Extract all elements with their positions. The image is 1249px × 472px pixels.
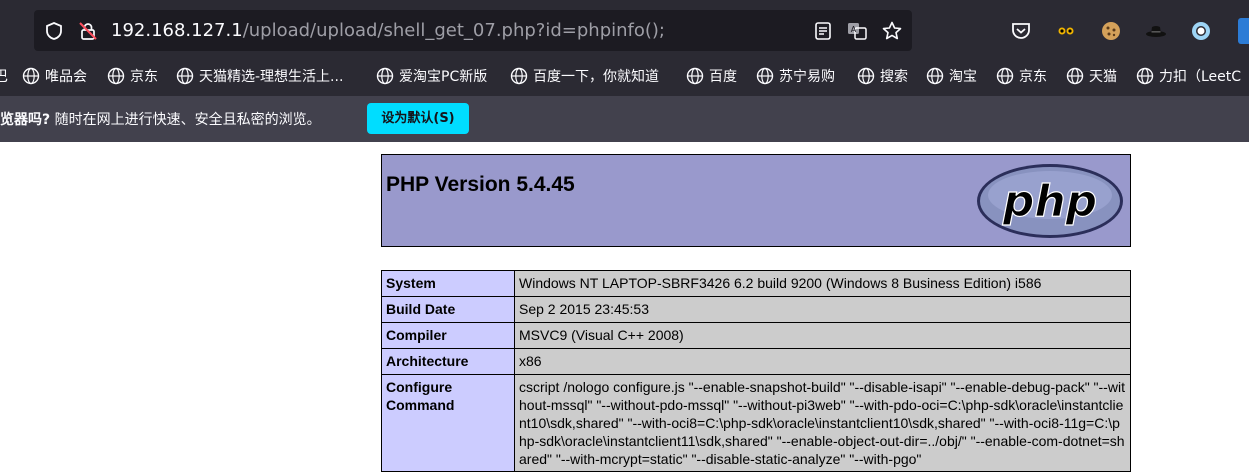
bookmark-label: 京东 (130, 69, 158, 85)
bookmark-item[interactable]: 京东 (996, 65, 1047, 87)
row-key: Compiler (381, 322, 515, 349)
shield-icon[interactable] (44, 21, 64, 41)
bookmark-label: 淘宝 (949, 69, 977, 85)
bookmark-label: 天猫精选-理想生活上... (199, 69, 344, 85)
bookmark-item[interactable]: 爱淘宝PC新版 (376, 65, 487, 87)
bookmark-item[interactable]: 天猫精选-理想生活上... (176, 65, 343, 87)
notice-text: 随时在网上进行快速、安全且私密的浏览。 (50, 112, 321, 128)
globe-icon (926, 67, 944, 85)
set-default-button[interactable]: 设为默认(S) (367, 103, 469, 134)
row-value: Sep 2 2015 23:45:53 (514, 296, 1131, 323)
notice-message: 览器吗? 随时在网上进行快速、安全且私密的浏览。 (0, 109, 321, 129)
php-info-table: System Windows NT LAPTOP-SBRF3426 6.2 bu… (381, 270, 1131, 472)
bookmark-item[interactable]: 搜索 (857, 65, 908, 87)
globe-icon (857, 67, 875, 85)
url-text[interactable]: 192.168.127.1/upload/upload/shell_get_07… (111, 20, 665, 41)
globe-icon (996, 67, 1014, 85)
globe-icon (756, 67, 774, 85)
bookmark-label: 力扣（LeetC (1159, 69, 1242, 85)
php-logo-text: php (1002, 176, 1097, 227)
bookmark-item[interactable]: 力扣（LeetC (1136, 65, 1241, 87)
reader-view-icon[interactable] (812, 20, 834, 42)
row-value: MSVC9 (Visual C++ 2008) (514, 322, 1131, 349)
bookmark-label: 苏宁易购 (779, 69, 835, 85)
bookmark-label: 巴 (0, 69, 8, 85)
bookmark-label: 天猫 (1089, 69, 1117, 85)
row-key: Build Date (381, 296, 515, 323)
globe-icon (176, 67, 194, 85)
bookmark-item[interactable]: 苏宁易购 (756, 65, 835, 87)
bookmark-label: 百度一下，你就知道 (533, 69, 659, 85)
bookmark-label: 京东 (1019, 69, 1047, 85)
bookmarks-bar: 巴 唯品会 京东 天猫精选-理想生活上... 爱淘宝PC新版 百度一下，你就知道… (0, 58, 1249, 96)
row-key: Architecture (381, 348, 515, 375)
globe-icon (107, 67, 125, 85)
notice-bold: 览器吗? (0, 112, 51, 128)
page-content: PHP Version 5.4.45 php System Windows NT… (0, 142, 1249, 472)
bookmark-item[interactable]: 唯品会 (22, 65, 87, 87)
bookmark-item[interactable]: 百度 (686, 65, 737, 87)
bookmark-item[interactable]: 淘宝 (926, 65, 977, 87)
circle-icon[interactable] (1189, 19, 1213, 43)
table-row: System Windows NT LAPTOP-SBRF3426 6.2 bu… (381, 270, 1131, 297)
translate-icon[interactable]: A (846, 20, 868, 42)
bookmark-item[interactable]: 天猫 (1066, 65, 1117, 87)
bookmark-label: 爱淘宝PC新版 (399, 69, 488, 85)
cookie-icon[interactable] (1099, 19, 1123, 43)
bookmark-fragment[interactable]: 巴 (0, 65, 8, 87)
globe-icon (22, 67, 40, 85)
extension-mask-icon[interactable] (1054, 19, 1078, 43)
table-row: Configure Command cscript /nologo config… (381, 374, 1131, 472)
sidebar-extension-icon[interactable] (1238, 18, 1249, 44)
row-key: Configure Command (381, 374, 515, 472)
php-version-header: PHP Version 5.4.45 php (381, 154, 1131, 247)
address-bar[interactable]: 192.168.127.1/upload/upload/shell_get_07… (34, 10, 912, 51)
globe-icon (376, 67, 394, 85)
globe-icon (686, 67, 704, 85)
browser-toolbar: 192.168.127.1/upload/upload/shell_get_07… (0, 0, 1249, 58)
row-key: System (381, 270, 515, 297)
svg-text:A: A (851, 25, 857, 34)
bookmark-label: 百度 (709, 69, 737, 85)
insecure-lock-icon[interactable] (78, 21, 98, 41)
php-logo-icon: php (977, 164, 1123, 238)
bookmark-item[interactable]: 百度一下，你就知道 (510, 65, 659, 87)
globe-icon (1066, 67, 1084, 85)
globe-icon (1136, 67, 1154, 85)
default-browser-notice: 览器吗? 随时在网上进行快速、安全且私密的浏览。 设为默认(S) (0, 96, 1249, 142)
bookmark-star-icon[interactable] (881, 20, 903, 42)
pocket-icon[interactable] (1009, 19, 1033, 43)
bookmark-label: 搜索 (880, 69, 908, 85)
table-row: Build Date Sep 2 2015 23:45:53 (381, 296, 1131, 323)
row-value: x86 (514, 348, 1131, 375)
php-version-title: PHP Version 5.4.45 (386, 173, 575, 196)
url-path: /upload/upload/shell_get_07.php?id=phpin… (242, 20, 665, 41)
row-value: cscript /nologo configure.js "--enable-s… (514, 374, 1131, 472)
table-row: Compiler MSVC9 (Visual C++ 2008) (381, 322, 1131, 349)
hat-icon[interactable] (1144, 19, 1168, 43)
bookmark-label: 唯品会 (45, 69, 87, 85)
row-value: Windows NT LAPTOP-SBRF3426 6.2 build 920… (514, 270, 1131, 297)
table-row: Architecture x86 (381, 348, 1131, 375)
url-host: 192.168.127.1 (111, 20, 243, 41)
globe-icon (510, 67, 528, 85)
bookmark-item[interactable]: 京东 (107, 65, 158, 87)
